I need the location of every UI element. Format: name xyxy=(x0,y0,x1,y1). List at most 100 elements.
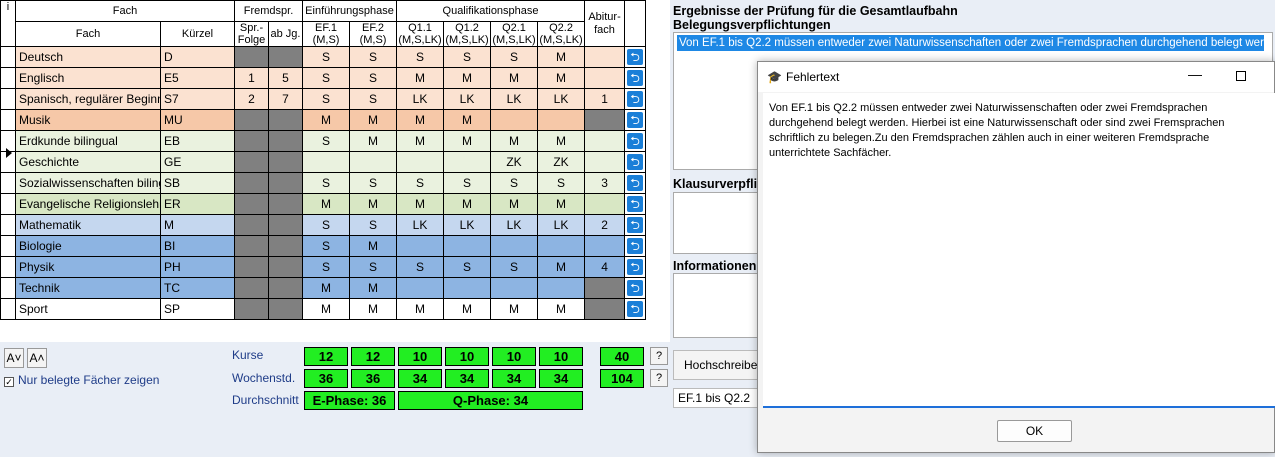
kurs-cell-ef2[interactable] xyxy=(349,151,398,173)
table-row[interactable]: Physik PH S S S S S M 4 ⮌ xyxy=(0,256,647,278)
kurs-cell-q11[interactable] xyxy=(396,151,445,173)
header-q22[interactable]: Q2.2 (M,S,LK) xyxy=(537,21,586,47)
kurs-cell-q12[interactable]: M xyxy=(443,67,492,89)
reset-row-button[interactable]: ⮌ xyxy=(624,193,647,215)
row-selector-cell[interactable] xyxy=(0,88,16,110)
ab-jg-cell[interactable]: 5 xyxy=(267,67,304,89)
kurs-cell-ef2[interactable]: S xyxy=(349,67,398,89)
kurs-cell-q11[interactable]: S xyxy=(396,46,445,68)
kurs-cell-q21[interactable] xyxy=(490,109,539,131)
kurs-cell-q11[interactable]: S xyxy=(396,256,445,278)
phase-select[interactable]: EF.1 bis Q2.2 xyxy=(673,388,763,408)
kuerzel-cell[interactable]: D xyxy=(160,46,235,68)
kurs-cell-q12[interactable]: M xyxy=(443,298,492,320)
undo-icon[interactable]: ⮌ xyxy=(627,301,644,317)
belegung-selected-item[interactable]: Von EF.1 bis Q2.2 müssen entweder zwei N… xyxy=(677,35,1264,51)
spr-folge-cell[interactable] xyxy=(234,298,269,320)
row-selector-cell[interactable] xyxy=(0,277,16,299)
ab-jg-cell[interactable] xyxy=(267,46,304,68)
kurs-cell-q21[interactable]: LK xyxy=(490,88,539,110)
kurs-cell-q22[interactable]: LK xyxy=(537,88,586,110)
reset-row-button[interactable]: ⮌ xyxy=(624,256,647,278)
kurs-cell-q12[interactable] xyxy=(443,277,492,299)
fach-name-cell[interactable]: Mathematik xyxy=(15,214,161,236)
font-smaller-button[interactable]: A˅ xyxy=(4,348,24,368)
kurs-cell-q21[interactable]: M xyxy=(490,298,539,320)
kurs-cell-q12[interactable]: M xyxy=(443,109,492,131)
kurs-cell-q12[interactable] xyxy=(443,235,492,257)
kurs-cell-q12[interactable]: S xyxy=(443,172,492,194)
kurs-cell-q21[interactable]: M xyxy=(490,193,539,215)
kurs-cell-ef2[interactable]: M xyxy=(349,109,398,131)
fach-name-cell[interactable]: Biologie xyxy=(15,235,161,257)
kurs-cell-q11[interactable]: M xyxy=(396,67,445,89)
kuerzel-cell[interactable]: E5 xyxy=(160,67,235,89)
kurs-cell-q22[interactable]: M xyxy=(537,130,586,152)
only-assigned-checkbox[interactable]: ✓ Nur belegte Fächer zeigen xyxy=(4,373,159,387)
kurs-cell-q11[interactable]: M xyxy=(396,193,445,215)
kuerzel-cell[interactable]: S7 xyxy=(160,88,235,110)
reset-row-button[interactable]: ⮌ xyxy=(624,172,647,194)
kuerzel-cell[interactable]: SB xyxy=(160,172,235,194)
table-row[interactable]: Geschichte GE ZK ZK ⮌ xyxy=(0,151,647,173)
kurs-cell-ef2[interactable]: M xyxy=(349,193,398,215)
header-fach[interactable]: Fach xyxy=(15,21,161,47)
spr-folge-cell[interactable]: 1 xyxy=(234,67,269,89)
abiturfach-cell[interactable] xyxy=(584,235,626,257)
kurs-cell-ef1[interactable]: S xyxy=(302,130,351,152)
reset-row-button[interactable]: ⮌ xyxy=(624,130,647,152)
row-selector-cell[interactable] xyxy=(0,46,16,68)
kuerzel-cell[interactable]: BI xyxy=(160,235,235,257)
kurs-cell-q11[interactable]: S xyxy=(396,172,445,194)
fach-name-cell[interactable]: Sozialwissenschaften bilingual xyxy=(15,172,161,194)
table-row[interactable]: Sozialwissenschaften bilingualSBSSSSSS3⮌ xyxy=(0,172,647,194)
table-row[interactable]: Technik TC M M ⮌ xyxy=(0,277,647,299)
kurs-cell-ef1[interactable]: M xyxy=(302,109,351,131)
undo-icon[interactable]: ⮌ xyxy=(627,196,644,212)
kurs-cell-q21[interactable]: S xyxy=(490,256,539,278)
undo-icon[interactable]: ⮌ xyxy=(627,217,644,233)
table-row[interactable]: Musik MU M M M M ⮌ xyxy=(0,109,647,131)
spr-folge-cell[interactable] xyxy=(234,277,269,299)
fach-name-cell[interactable]: Musik xyxy=(15,109,161,131)
fach-name-cell[interactable]: Evangelische Religionslehre xyxy=(15,193,161,215)
kuerzel-cell[interactable]: TC xyxy=(160,277,235,299)
row-selector-cell[interactable] xyxy=(0,298,16,320)
wochenstd-help-button[interactable]: ? xyxy=(650,369,668,387)
table-row[interactable]: Sport SP M M M M M M ⮌ xyxy=(0,298,647,320)
ab-jg-cell[interactable] xyxy=(267,214,304,236)
kurs-cell-ef2[interactable]: M xyxy=(349,130,398,152)
kurs-cell-q22[interactable]: M xyxy=(537,256,586,278)
table-row[interactable]: Englisch E5 1 5 S S M M M M ⮌ xyxy=(0,67,647,89)
kurs-cell-q22[interactable] xyxy=(537,235,586,257)
kurs-cell-q12[interactable]: LK xyxy=(443,214,492,236)
kuerzel-cell[interactable]: MU xyxy=(160,109,235,131)
kurs-cell-q11[interactable]: M xyxy=(396,109,445,131)
fach-name-cell[interactable]: Geschichte xyxy=(15,151,161,173)
reset-row-button[interactable]: ⮌ xyxy=(624,214,647,236)
reset-row-button[interactable]: ⮌ xyxy=(624,67,647,89)
row-selector-cell[interactable] xyxy=(0,172,16,194)
kurs-cell-q11[interactable]: M xyxy=(396,130,445,152)
abiturfach-cell[interactable]: 3 xyxy=(584,172,626,194)
undo-icon[interactable]: ⮌ xyxy=(627,133,644,149)
kurs-cell-q11[interactable] xyxy=(396,277,445,299)
row-selector-cell[interactable] xyxy=(0,256,16,278)
kurs-cell-q11[interactable]: LK xyxy=(396,88,445,110)
undo-icon[interactable]: ⮌ xyxy=(627,280,644,296)
kurs-cell-q11[interactable] xyxy=(396,235,445,257)
row-selector-cell[interactable] xyxy=(0,193,16,215)
kurs-cell-ef1[interactable]: S xyxy=(302,256,351,278)
maximize-button[interactable] xyxy=(1236,71,1246,81)
ab-jg-cell[interactable] xyxy=(267,277,304,299)
kuerzel-cell[interactable]: GE xyxy=(160,151,235,173)
kurs-cell-ef1[interactable]: M xyxy=(302,193,351,215)
kurs-cell-q21[interactable]: S xyxy=(490,46,539,68)
spr-folge-cell[interactable]: 2 xyxy=(234,88,269,110)
kurs-cell-q22[interactable] xyxy=(537,277,586,299)
spr-folge-cell[interactable] xyxy=(234,214,269,236)
kurs-cell-ef2[interactable]: M xyxy=(349,277,398,299)
hochschreiben-button[interactable]: Hochschreibe xyxy=(673,350,763,380)
header-ab-jg[interactable]: ab Jg. xyxy=(267,21,304,47)
abiturfach-cell[interactable] xyxy=(584,67,626,89)
